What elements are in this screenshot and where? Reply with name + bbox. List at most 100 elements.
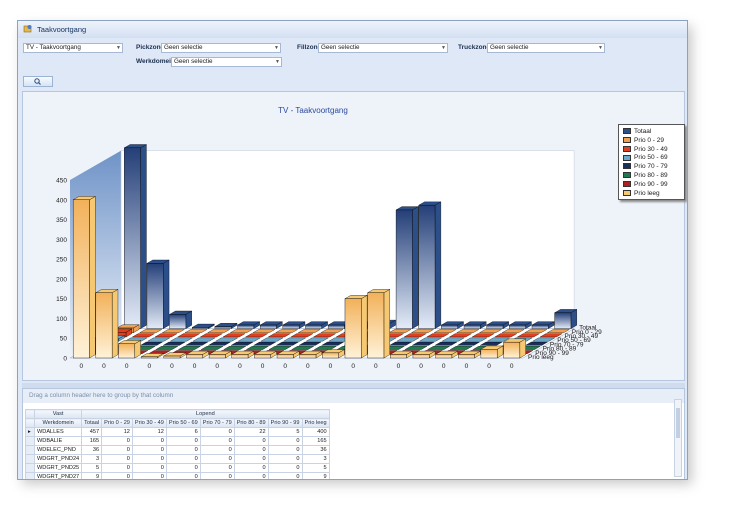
table-cell: 0 xyxy=(101,463,133,473)
table-cell: 0 xyxy=(101,436,133,446)
legend-label: Prio leeg xyxy=(634,189,660,197)
x-tick-label: 0 xyxy=(465,363,469,370)
table-cell: WDGRT_PND27 xyxy=(33,472,83,479)
column-header[interactable]: Werkdomein xyxy=(33,418,83,428)
table-row[interactable]: WDGRT_PND24 3 0 0 0 0 0 0 3 xyxy=(25,454,330,464)
legend-item: Prio 30 - 49 xyxy=(623,146,668,154)
legend-item: Prio 80 - 89 xyxy=(623,172,668,180)
y-tick-label: 0 xyxy=(63,356,67,363)
y-tick-label: 350 xyxy=(56,217,67,224)
bar-prio-leeg xyxy=(254,354,271,359)
table-cell: 0 xyxy=(101,454,133,464)
legend-item: Prio 0 - 29 xyxy=(623,137,664,145)
table-cell: 0 xyxy=(233,463,269,473)
table-cell: 0 xyxy=(233,445,269,455)
table-row[interactable]: WDGRT_PND27 9 0 0 0 0 0 0 9 xyxy=(25,472,330,479)
table-cell: 457 xyxy=(81,427,103,437)
bar-totaal-side xyxy=(434,201,442,329)
x-tick-label: 0 xyxy=(283,363,287,370)
y-tick-label: 450 xyxy=(56,178,67,185)
werkdomein-label: Werkdomein xyxy=(136,58,175,65)
fillzone-select[interactable]: Geen selectie ▼ xyxy=(318,43,448,53)
table-cell: 9 xyxy=(81,472,103,479)
row-indicator xyxy=(25,445,35,455)
table-cell: 5 xyxy=(267,427,303,437)
scrollbar-thumb[interactable] xyxy=(676,408,680,438)
row-indicator-header[interactable] xyxy=(25,418,35,428)
table-cell: 0 xyxy=(267,463,303,473)
bar-totaal-side xyxy=(140,144,147,329)
legend-swatch xyxy=(623,172,631,179)
table-cell: 0 xyxy=(165,454,201,464)
table-row[interactable]: WDBALIE 165 0 0 0 0 0 0 165 xyxy=(25,436,330,446)
table-row[interactable]: WDGRT_PND25 5 0 0 0 0 0 0 5 xyxy=(25,463,330,473)
table-cell: 0 xyxy=(131,454,167,464)
table-row[interactable]: ▸ WDALLES 457 12 12 6 0 22 5 400 xyxy=(25,427,330,437)
bar-prio-leeg xyxy=(208,354,226,359)
bar-prio-leeg xyxy=(95,292,113,359)
legend-label: Prio 70 - 79 xyxy=(634,163,668,171)
pickzone-select[interactable]: Geen selectie ▼ xyxy=(161,43,281,53)
column-header[interactable]: Totaal xyxy=(81,418,103,428)
report-window: Taakvoortgang TV - Taakvoortgang ▼ Pickzo… xyxy=(17,20,688,480)
bar-totaal xyxy=(554,312,572,329)
table-cell: 0 xyxy=(199,436,235,446)
column-header[interactable]: Prio 50 - 69 xyxy=(165,418,201,428)
table-cell: 0 xyxy=(101,445,133,455)
column-header[interactable]: Prio 0 - 29 xyxy=(101,418,133,428)
bar-prio-leeg xyxy=(480,349,498,359)
table-cell: 3 xyxy=(81,454,103,464)
legend-swatch xyxy=(623,137,631,144)
window-title: Taakvoortgang xyxy=(37,25,87,34)
table-cell: WDBALIE xyxy=(33,436,83,446)
bar-totaal xyxy=(237,324,255,329)
search-button[interactable] xyxy=(23,76,53,87)
data-grid: Drag a column header here to group by th… xyxy=(22,388,685,479)
table-cell: 0 xyxy=(199,454,235,464)
chevron-down-icon: ▼ xyxy=(275,59,280,65)
truckzone-select[interactable]: Geen selectie ▼ xyxy=(487,43,605,53)
band-row: Vast Lopend xyxy=(25,409,330,419)
grid-scrollbar[interactable] xyxy=(674,399,682,477)
title-bar: Taakvoortgang xyxy=(18,21,687,39)
bar-prio-leeg xyxy=(186,354,203,359)
table-cell: 0 xyxy=(199,472,235,479)
column-header[interactable]: Prio leeg xyxy=(301,418,330,428)
legend-label: Prio 80 - 89 xyxy=(634,172,668,179)
bar-prio-leeg xyxy=(299,354,317,359)
bar-totaal xyxy=(124,147,141,329)
report-select[interactable]: TV - Taakvoortgang ▼ xyxy=(23,43,123,53)
bar-prio-leeg xyxy=(412,354,430,359)
bar-totaal xyxy=(441,324,458,329)
table-cell: 36 xyxy=(301,445,330,455)
band-vast[interactable]: Vast xyxy=(33,409,83,419)
chevron-down-icon: ▼ xyxy=(116,45,121,51)
table-cell: 0 xyxy=(131,472,167,479)
bar-totaal xyxy=(486,324,504,329)
x-tick-label: 0 xyxy=(374,363,378,370)
werkdomein-select[interactable]: Geen selectie ▼ xyxy=(171,57,282,67)
bar-totaal xyxy=(214,326,232,329)
table-cell: 400 xyxy=(301,427,330,437)
column-header[interactable]: Prio 30 - 49 xyxy=(131,418,167,428)
table-cell: 0 xyxy=(199,445,235,455)
column-header[interactable]: Prio 80 - 89 xyxy=(233,418,269,428)
column-header[interactable]: Prio 70 - 79 xyxy=(199,418,235,428)
bar-totaal xyxy=(259,324,277,329)
table-row[interactable]: WDELEC_PND 36 0 0 0 0 0 0 36 xyxy=(25,445,330,455)
chevron-down-icon: ▼ xyxy=(598,45,603,51)
bar-prio-leeg xyxy=(367,292,385,359)
x-tick-label: 0 xyxy=(442,363,446,370)
filter-bar: TV - Taakvoortgang ▼ Pickzone Geen select… xyxy=(18,38,687,88)
row-indicator-header[interactable] xyxy=(25,409,35,419)
row-indicator xyxy=(25,472,35,479)
y-tick-label: 50 xyxy=(60,336,68,343)
bar-prio-leeg-side xyxy=(383,289,390,359)
band-lopend[interactable]: Lopend xyxy=(81,409,330,419)
bar-totaal xyxy=(327,324,345,329)
bar-prio-leeg xyxy=(435,354,453,359)
column-header[interactable]: Prio 90 - 99 xyxy=(267,418,303,428)
header-row: Werkdomein Totaal Prio 0 - 29 Prio 30 - 49 P… xyxy=(25,418,330,428)
x-tick-label: 0 xyxy=(170,363,174,370)
depth-label: Prio leeg xyxy=(528,354,554,361)
